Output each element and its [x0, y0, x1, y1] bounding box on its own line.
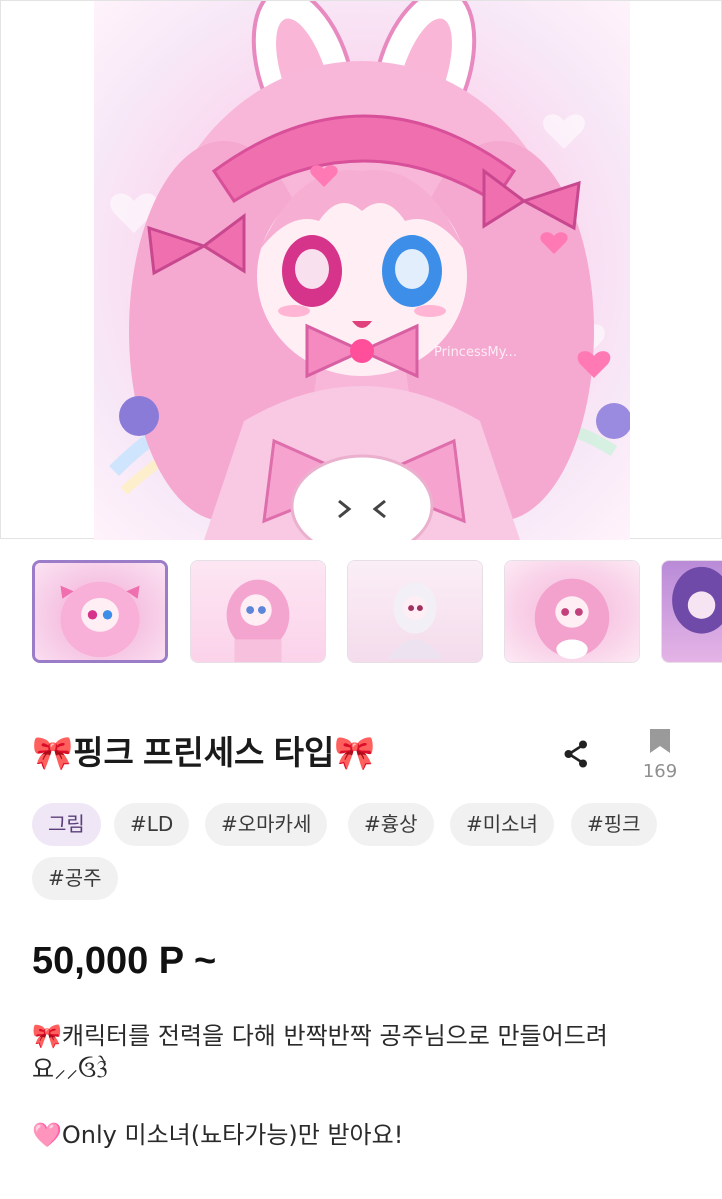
thumbnail-4-image — [534, 578, 610, 660]
product-title: 🎀핑크 프린세스 타입🎀 — [32, 734, 376, 771]
description-line: 요⸝⸝ઉ3ે — [32, 1055, 109, 1083]
thumbnail-1-image — [60, 581, 140, 658]
thumbnail-3-image — [387, 582, 443, 660]
tag-item[interactable]: #핑크 — [571, 803, 657, 846]
description-line: 🎀캐릭터를 전력을 다해 반짝반짝 공주님으로 만들어드려 — [32, 1022, 608, 1050]
artwork-watermark: PrincessMy... — [434, 345, 517, 360]
share-button[interactable] — [556, 734, 596, 774]
bookmark-icon — [650, 729, 670, 753]
bookmark-button[interactable]: 169 — [636, 727, 684, 783]
tag-item[interactable]: #흉상 — [348, 803, 434, 846]
thumbnail-2[interactable] — [190, 560, 326, 663]
share-icon — [564, 740, 587, 768]
tag-category[interactable]: 그림 — [32, 803, 101, 846]
main-image-area[interactable]: PrincessMy... — [0, 0, 722, 540]
product-price: 50,000 P ~ — [32, 940, 217, 982]
artwork-illustration: PrincessMy... — [109, 1, 630, 540]
product-description: 🎀캐릭터를 전력을 다해 반짝반짝 공주님으로 만들어드려 요⸝⸝ઉ3ે 🩷On… — [32, 1020, 692, 1152]
thumbnail-strip[interactable] — [0, 560, 722, 664]
description-line — [32, 1086, 692, 1119]
tag-item[interactable]: #미소녀 — [450, 803, 554, 846]
tag-item[interactable]: #오마카세 — [205, 803, 328, 846]
main-artwork-image[interactable]: PrincessMy... — [94, 1, 630, 540]
tag-item[interactable]: #공주 — [32, 857, 118, 900]
thumbnail-3[interactable] — [347, 560, 483, 663]
description-line: 🩷Only 미소녀(뇨타가능)만 받아요! — [32, 1121, 404, 1149]
thumbnail-2-image — [226, 579, 290, 662]
thumbnail-1[interactable] — [32, 560, 168, 663]
tag-item[interactable]: #LD — [114, 803, 190, 846]
thumbnail-4[interactable] — [504, 560, 640, 663]
thumbnail-5-image — [672, 566, 722, 634]
bookmark-count: 169 — [642, 761, 678, 782]
thumbnail-5[interactable] — [661, 560, 722, 663]
